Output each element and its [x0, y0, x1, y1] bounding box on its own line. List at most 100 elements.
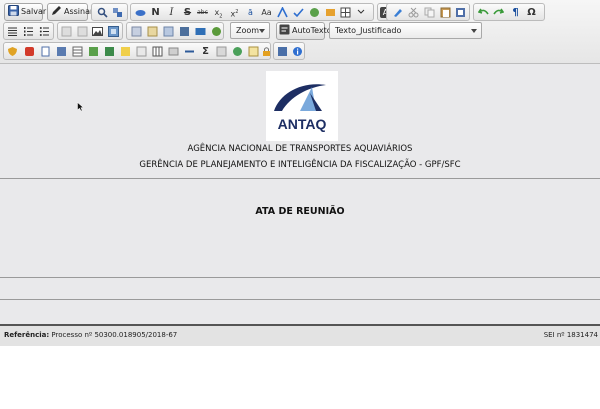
bullet-list-icon[interactable]	[39, 26, 50, 37]
formula-button[interactable]: Σ	[200, 46, 211, 57]
chevron-down-icon[interactable]	[355, 7, 366, 18]
div-icon[interactable]	[147, 26, 158, 37]
stop-icon[interactable]	[24, 46, 35, 57]
special-char-button[interactable]: Ω	[526, 7, 537, 18]
chevron-down-icon	[471, 29, 477, 33]
italic-button[interactable]: I	[166, 7, 177, 18]
divider	[0, 277, 600, 278]
form-icon[interactable]	[168, 46, 179, 57]
puzzle-icon[interactable]	[88, 46, 99, 57]
zoom-label: Zoom	[236, 26, 260, 35]
chevron-down-icon	[259, 29, 265, 33]
grid-icon[interactable]	[104, 46, 115, 57]
toolbar-group-undo: ¶ Ω	[473, 3, 545, 21]
table-icon[interactable]	[72, 46, 83, 57]
lock-icon[interactable]	[261, 46, 272, 57]
document-icon[interactable]	[40, 46, 51, 57]
table-insert-icon[interactable]	[340, 7, 351, 18]
reference-value: Processo nº 50300.018905/2018-67	[51, 331, 178, 339]
redo-icon[interactable]	[493, 7, 505, 18]
document-title: ATA DE REUNIÃO	[255, 206, 345, 217]
text-color-icon[interactable]: ā	[245, 7, 256, 18]
copy-format-icon[interactable]	[136, 46, 147, 57]
pen-icon	[51, 5, 62, 16]
undo-icon[interactable]	[477, 7, 489, 18]
superscript-icon[interactable]: x2	[229, 7, 240, 19]
note-icon[interactable]	[120, 46, 131, 57]
replace-icon[interactable]	[112, 7, 123, 18]
sign-label: Assinar	[64, 7, 94, 16]
box-icon[interactable]	[131, 26, 142, 37]
info-icon[interactable]	[292, 46, 303, 57]
toolbar-row-2: Zoom AutoTexto Texto_Justificado	[0, 22, 600, 42]
toolbar-group-find	[91, 3, 128, 21]
strike-abc-icon[interactable]: abc	[197, 7, 208, 18]
subscript-icon[interactable]: x2	[213, 7, 224, 20]
style-select[interactable]: Texto_Justificado	[329, 22, 482, 39]
sei-number: SEI nº 1831474	[543, 331, 598, 339]
block-icon[interactable]	[216, 46, 227, 57]
toolbar-row-3: Σ	[0, 42, 600, 62]
sign-button[interactable]: Assinar	[47, 3, 93, 21]
image-icon[interactable]	[92, 26, 103, 37]
copy-icon[interactable]	[424, 7, 435, 18]
spellcheck-icon[interactable]	[277, 46, 288, 57]
reference: Referência: Processo nº 50300.018905/201…	[4, 331, 177, 339]
floppy-icon	[8, 5, 19, 16]
save-button[interactable]: Salvar	[4, 3, 47, 21]
style-value: Texto_Justificado	[335, 26, 402, 35]
toolbar-group-indent	[57, 22, 123, 40]
department-name: GERÊNCIA DE PLANEJAMENTO E INTELIGÊNCIA …	[139, 160, 461, 170]
cut-icon[interactable]	[408, 7, 419, 18]
autotext-button[interactable]: AutoTexto	[276, 22, 332, 40]
antaq-logo: ANTAQ	[266, 71, 338, 141]
edit-icon[interactable]	[248, 46, 259, 57]
template-icon[interactable]	[163, 26, 174, 37]
toolbar-group-insert	[126, 22, 224, 40]
justify-icon[interactable]	[7, 26, 18, 37]
lowercase-icon[interactable]	[293, 7, 304, 18]
zoom-select[interactable]: Zoom	[230, 22, 270, 39]
money-icon[interactable]	[211, 26, 222, 37]
horizontal-rule-icon[interactable]	[184, 46, 195, 57]
paste-word-icon[interactable]	[455, 7, 466, 18]
autotext-label: AutoTexto	[292, 26, 332, 35]
globe-icon[interactable]	[232, 46, 243, 57]
toggle-case-icon[interactable]	[309, 7, 320, 18]
link-icon[interactable]	[179, 26, 190, 37]
toolbar-row-1: Salvar Assinar N I S abc x2 x2 ā Aa ¶ Ω	[0, 3, 600, 23]
numbered-list-icon[interactable]	[23, 26, 34, 37]
toolbar-group-help	[273, 42, 305, 60]
toolbar-group-lists	[3, 22, 54, 40]
divider	[0, 178, 600, 179]
find-icon[interactable]	[97, 7, 108, 18]
reference-label: Referência:	[4, 331, 50, 339]
eraser-icon[interactable]	[135, 7, 146, 18]
agency-name: AGÊNCIA NACIONAL DE TRANSPORTES AQUAVIÁR…	[187, 144, 413, 154]
logo-text: ANTAQ	[278, 116, 327, 132]
picture-icon[interactable]	[108, 26, 119, 37]
paint-icon[interactable]	[325, 7, 336, 18]
indent-icon[interactable]	[77, 26, 88, 37]
mouse-cursor-icon	[77, 102, 84, 112]
reference-bar: Referência: Processo nº 50300.018905/201…	[0, 324, 600, 346]
uppercase-icon[interactable]	[277, 6, 288, 18]
editor-toolbar: Salvar Assinar N I S abc x2 x2 ā Aa ¶ Ω …	[0, 0, 600, 64]
web-icon[interactable]	[195, 26, 206, 37]
autotext-icon	[279, 24, 290, 35]
shield-icon[interactable]	[7, 46, 18, 57]
strikethrough-button[interactable]: S	[182, 7, 193, 18]
toolbar-group-clipboard	[386, 3, 470, 21]
bold-button[interactable]: N	[150, 7, 161, 18]
toolbar-group-format: N I S abc x2 x2 ā Aa	[130, 3, 374, 21]
divider	[0, 299, 600, 300]
grid-insert-icon[interactable]	[152, 46, 163, 57]
toolbar-group-tools: Σ	[3, 42, 271, 60]
paste-icon[interactable]	[440, 7, 451, 18]
brush-icon[interactable]	[392, 7, 403, 18]
save-label: Salvar	[21, 7, 47, 16]
font-size-icon[interactable]: Aa	[261, 7, 272, 18]
save-doc-icon[interactable]	[56, 46, 67, 57]
outdent-icon[interactable]	[61, 26, 72, 37]
pilcrow-icon[interactable]: ¶	[510, 7, 521, 18]
